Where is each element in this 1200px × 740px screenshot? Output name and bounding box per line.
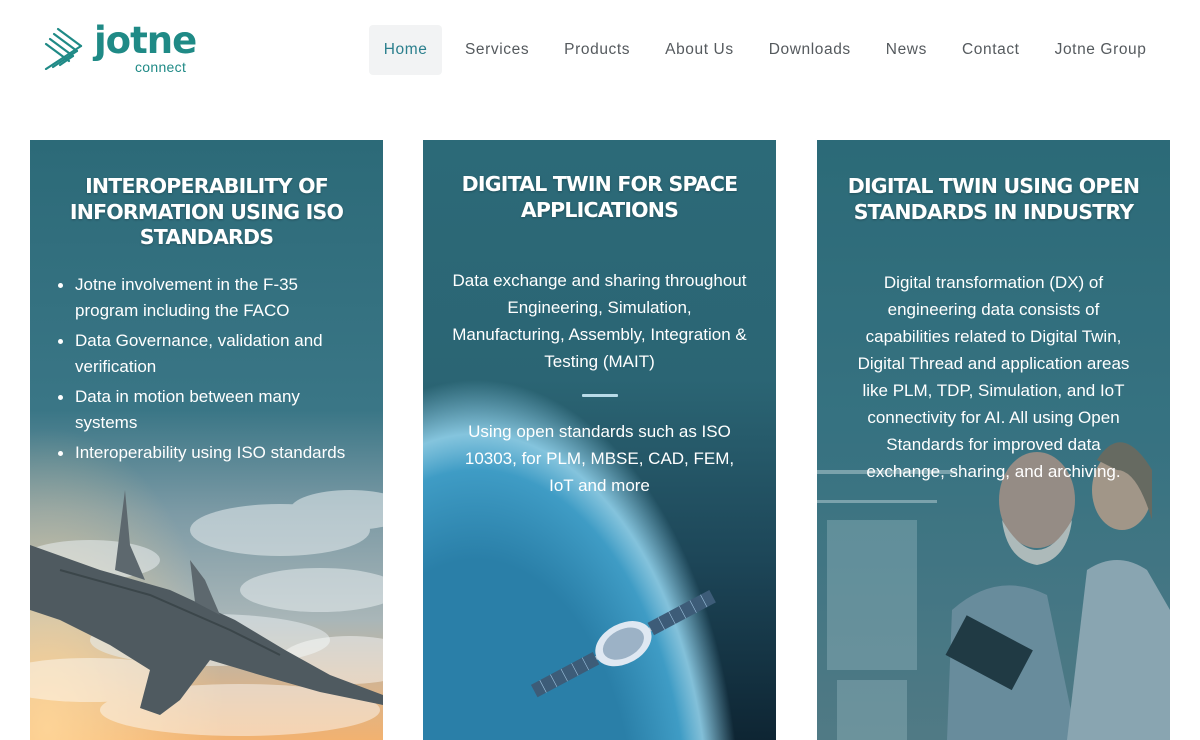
nav-contact[interactable]: Contact bbox=[944, 25, 1037, 75]
list-item: Data Governance, validation and verifica… bbox=[58, 328, 360, 380]
divider bbox=[582, 394, 618, 397]
nav-news[interactable]: News bbox=[868, 25, 944, 75]
nav-downloads[interactable]: Downloads bbox=[751, 25, 868, 75]
nav-products[interactable]: Products bbox=[547, 25, 648, 75]
nav-about-us[interactable]: About Us bbox=[648, 25, 752, 75]
card-title: INTEROPERABILITY OF INFORMATION USING IS… bbox=[69, 174, 344, 249]
card-title: DIGITAL TWIN USING OPEN STANDARDS IN IND… bbox=[847, 174, 1140, 224]
nav-home[interactable]: Home bbox=[368, 25, 443, 75]
card-title: DIGITAL TWIN FOR SPACE APPLICATIONS bbox=[461, 172, 738, 222]
card-interoperability[interactable]: INTEROPERABILITY OF INFORMATION USING IS… bbox=[30, 140, 383, 740]
list-item: Data in motion between many systems bbox=[58, 384, 360, 436]
nav-services[interactable]: Services bbox=[447, 25, 546, 75]
list-item: Interoperability using ISO standards bbox=[58, 440, 360, 466]
card-description-secondary: Using open standards such as ISO 10303, … bbox=[464, 422, 735, 495]
logo-wordmark: jotne bbox=[94, 19, 197, 62]
nav-jotne-group[interactable]: Jotne Group bbox=[1037, 25, 1164, 75]
chevron-stripes-logo-icon bbox=[44, 27, 83, 70]
logo-tagline: connect bbox=[135, 59, 187, 75]
list-item: Jotne involvement in the F-35 program in… bbox=[58, 272, 360, 324]
card-description: Data exchange and sharing throughout Eng… bbox=[452, 271, 747, 371]
card-industry-digital-twin[interactable]: DIGITAL TWIN USING OPEN STANDARDS IN IND… bbox=[817, 140, 1170, 740]
bullet-list: Jotne involvement in the F-35 program in… bbox=[58, 272, 360, 470]
card-space-digital-twin[interactable]: DIGITAL TWIN FOR SPACE APPLICATIONS Data… bbox=[423, 140, 776, 740]
logo-link[interactable]: jotne connect bbox=[44, 19, 204, 80]
main-nav: Home Services Products About Us Download… bbox=[368, 25, 1164, 75]
site-header: jotne connect Home Services Products Abo… bbox=[0, 0, 1200, 100]
card-description: Digital transformation (DX) of engineeri… bbox=[857, 273, 1130, 481]
